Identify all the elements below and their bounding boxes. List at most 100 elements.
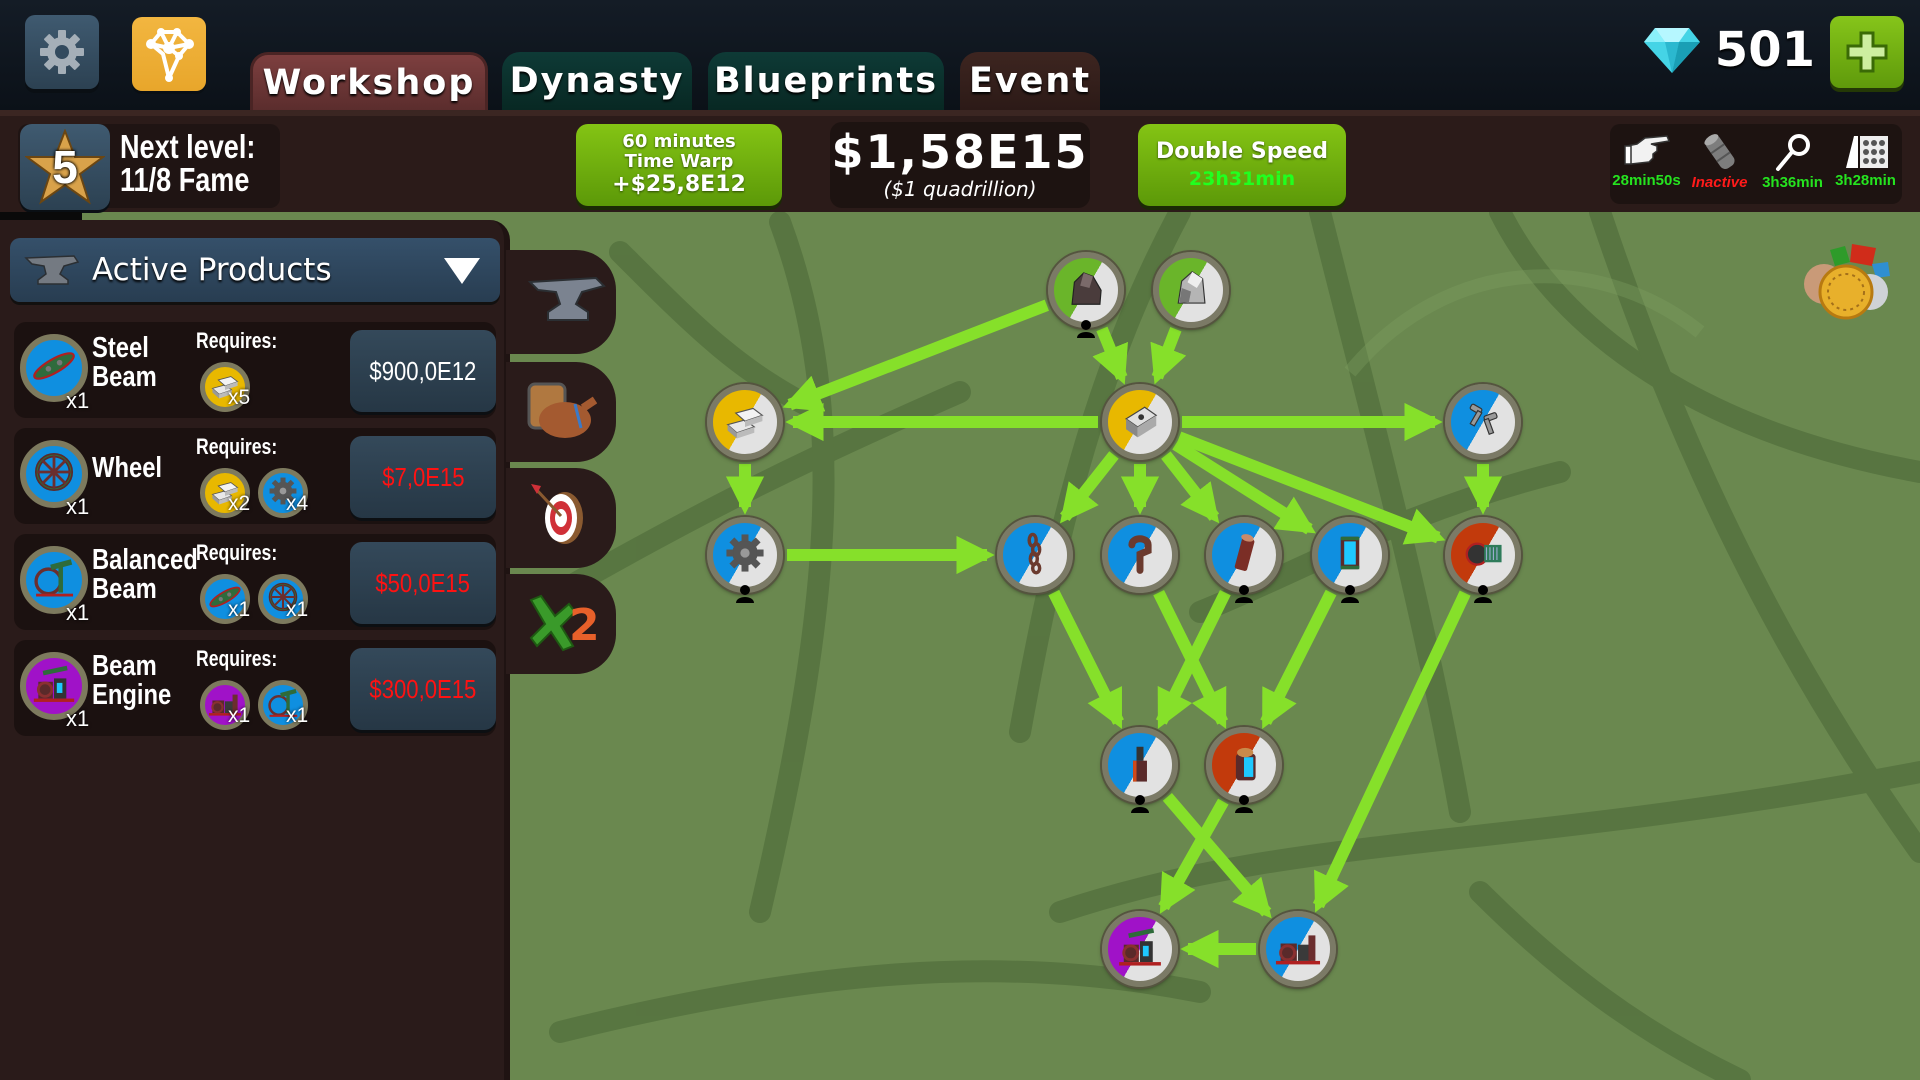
side-tab-multiplier-x2[interactable]: 2 (506, 574, 616, 674)
boost-abacus[interactable]: 3h28min (1831, 124, 1901, 204)
worker-icon (1473, 585, 1493, 603)
node-coal[interactable] (1048, 252, 1124, 328)
product-name-line2: Engine (92, 679, 172, 711)
edge-motor-to-engine (1312, 590, 1471, 913)
diamond-icon (1643, 28, 1700, 73)
next-level-label: Next level: (120, 128, 256, 165)
multiplier-x2-icon: 2 (525, 590, 600, 659)
boosts-panel: 28min50s Inactive 3h36min 3h28min (1610, 124, 1902, 204)
settings-button[interactable] (25, 15, 99, 89)
double-speed-timer: 23h31min (1188, 168, 1296, 190)
svg-text:2: 2 (569, 600, 597, 651)
screws-icon (1454, 391, 1512, 454)
requires-label: Requires: (196, 646, 278, 671)
required-quantity: x1 (228, 598, 251, 621)
tab-label: Blueprints (713, 61, 939, 101)
anvil-icon (24, 255, 80, 285)
research-network-button[interactable] (132, 17, 206, 91)
chevron-down-icon[interactable] (444, 258, 480, 284)
boost-timer: 28min50s (1612, 172, 1681, 189)
product-row[interactable]: x1 Wheel Requires: x2 x4 $7,0E15 (14, 428, 496, 524)
side-tab-barrel-bag[interactable] (506, 362, 616, 462)
side-tab-anvil[interactable] (506, 250, 616, 354)
edge-steel_ingot-to-chain (1059, 451, 1119, 524)
tab-workshop[interactable]: Workshop (250, 52, 488, 110)
price-label: $7,0E15 (381, 461, 465, 492)
boiler-icon (1215, 734, 1273, 797)
steel-ingot-icon (1111, 391, 1169, 454)
scroll-icon (1703, 134, 1735, 169)
node-battery[interactable] (1312, 517, 1388, 593)
boost-timer: Inactive (1691, 174, 1748, 191)
edge-chain-to-tank (1048, 589, 1124, 729)
double-speed-button[interactable]: Double Speed 23h31min (1138, 124, 1346, 206)
build-price-button[interactable]: $300,0E15 (350, 648, 496, 730)
achievements-button[interactable] (1790, 240, 1900, 330)
node-chain[interactable] (997, 517, 1073, 593)
tab-event[interactable]: Event (960, 52, 1100, 110)
node-motor[interactable] (1445, 517, 1521, 593)
tab-label: Workshop (262, 62, 476, 103)
product-row[interactable]: x1 Balanced Beam Requires: x1 x1 $50,0E15 (14, 534, 496, 630)
edge-coal-to-steel_ingot (1092, 326, 1128, 385)
edge-iron_ore-to-steel_ingot (1150, 327, 1187, 385)
build-price-button[interactable]: $900,0E12 (350, 330, 496, 412)
product-quantity: x1 (66, 600, 90, 625)
node-engine[interactable] (1260, 911, 1336, 987)
node-pipe[interactable] (1206, 517, 1282, 593)
worker-icon (1234, 585, 1254, 603)
tab-label: Dynasty (509, 61, 685, 101)
level-badge[interactable]: 5 (20, 124, 110, 210)
pointing-hand-icon (1623, 135, 1670, 165)
node-screws[interactable] (1445, 384, 1521, 460)
worker-icon (1130, 795, 1150, 813)
panel-divider (0, 212, 82, 220)
node-boiler[interactable] (1206, 727, 1282, 803)
node-pipe-hook[interactable] (1102, 517, 1178, 593)
boost-manager[interactable]: 28min50s (1612, 124, 1682, 204)
requires-label: Requires: (196, 540, 278, 565)
plus-icon (1846, 31, 1888, 73)
worker-icon (1234, 795, 1254, 813)
worker-icon (1076, 320, 1096, 338)
gear-part-icon (716, 524, 774, 587)
magnifier-icon (1775, 134, 1810, 171)
required-quantity: x1 (286, 598, 309, 621)
active-products-dropdown[interactable]: Active Products (10, 238, 500, 302)
node-gear[interactable] (707, 517, 783, 593)
time-warp-button[interactable]: 60 minutes Time Warp +$25,8E12 (576, 124, 782, 206)
double-speed-label: Double Speed (1155, 139, 1329, 164)
requires-label: Requires: (196, 328, 278, 353)
target-icon (531, 480, 591, 557)
build-price-button[interactable]: $7,0E15 (350, 436, 496, 518)
price-label: $50,0E15 (375, 567, 471, 598)
required-quantity: x1 (228, 704, 251, 727)
tab-blueprints[interactable]: Blueprints (708, 52, 944, 110)
product-row[interactable]: x1 Steel Beam Requires: x5 $900,0E12 (14, 322, 496, 418)
product-row[interactable]: x1 Beam Engine Requires: x1 x1 $300,0E15 (14, 640, 496, 736)
node-iron-ore[interactable] (1153, 252, 1229, 328)
boost-scroll[interactable]: Inactive (1685, 124, 1755, 204)
node-silver-bars[interactable] (707, 384, 783, 460)
node-beam-engine[interactable] (1102, 911, 1178, 987)
coal-icon (1057, 259, 1115, 322)
boost-timer: 3h28min (1835, 172, 1896, 189)
tab-dynasty[interactable]: Dynasty (502, 52, 692, 110)
required-quantity: x5 (228, 386, 251, 409)
node-steel-ingot[interactable] (1102, 384, 1178, 460)
product-name-line2: Beam (92, 361, 157, 393)
iron-ore-icon (1162, 259, 1220, 322)
worker-icon (1340, 585, 1360, 603)
research-network-icon (146, 28, 194, 82)
level-number: 5 (52, 141, 78, 193)
chain-icon (1006, 524, 1064, 587)
node-tank[interactable] (1102, 727, 1178, 803)
product-name-line1: Balanced (92, 544, 198, 576)
add-gems-button[interactable] (1830, 16, 1904, 88)
side-tab-target[interactable] (506, 468, 616, 568)
time-warp-label: Time Warp (624, 151, 734, 172)
boost-research[interactable]: 3h36min (1758, 124, 1828, 204)
product-name: Steel Beam (92, 334, 157, 392)
edge-coal-to-silver_bars (782, 299, 1049, 412)
build-price-button[interactable]: $50,0E15 (350, 542, 496, 624)
